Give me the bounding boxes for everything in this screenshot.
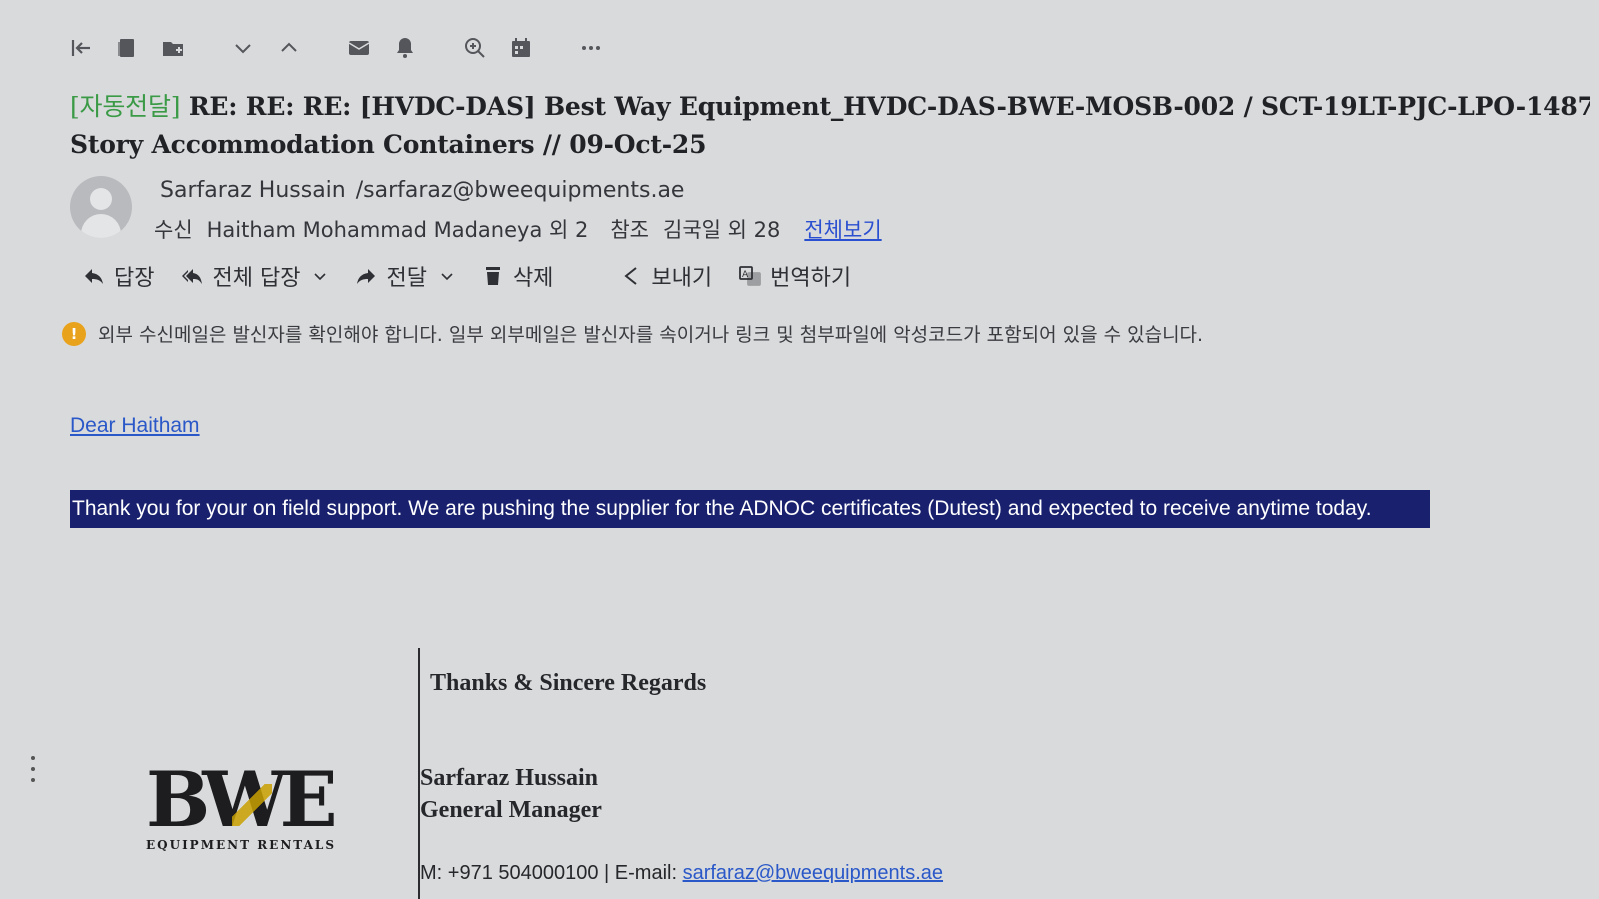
view-all-link[interactable]: 전체보기 xyxy=(804,214,881,244)
send-button[interactable]: 보내기 xyxy=(619,260,712,292)
signature-email-link[interactable]: sarfaraz@bweequipments.ae xyxy=(683,862,943,884)
sender-email[interactable]: /sarfaraz@bweequipments.ae xyxy=(356,178,685,203)
mail-icon[interactable] xyxy=(344,33,374,63)
sender-info: Sarfaraz Hussain/sarfaraz@bweequipments.… xyxy=(160,178,684,203)
translate-label: 번역하기 xyxy=(770,266,852,291)
forward-icon xyxy=(357,269,376,284)
more-icon[interactable] xyxy=(576,33,606,63)
subject-text-part2: Story Accommodation Containers // 09-Oct… xyxy=(70,130,707,159)
reply-all-icon xyxy=(182,269,203,284)
reply-all-label: 전체 답장 xyxy=(212,266,301,291)
mail-toolbar xyxy=(66,28,606,68)
move-folder-icon[interactable] xyxy=(158,33,188,63)
company-logo: BWE EQUIPMENT RENTALS xyxy=(146,762,360,854)
signature-block: Sarfaraz Hussain General Manager xyxy=(420,762,602,826)
back-to-list-icon[interactable] xyxy=(66,33,96,63)
forward-button[interactable]: 전달 xyxy=(354,260,454,292)
reply-label: 답장 xyxy=(114,266,155,291)
signature-contact-prefix: M: +971 504000100 | E-mail: xyxy=(420,862,683,884)
to-recipients[interactable]: Haitham Mohammad Madaneya 외 2 xyxy=(207,214,589,244)
share-icon xyxy=(624,267,638,285)
zoom-icon[interactable] xyxy=(460,33,490,63)
svg-text:A: A xyxy=(742,270,749,280)
warning-text: 외부 수신메일은 발신자를 확인해야 합니다. 일부 외부메일은 발신자를 속이… xyxy=(98,324,1204,346)
warning-icon: ! xyxy=(62,321,86,346)
avatar xyxy=(70,176,132,238)
notify-icon[interactable] xyxy=(390,33,420,63)
reply-icon xyxy=(85,269,103,284)
chevron-down-icon[interactable] xyxy=(312,268,328,284)
signature-name: Sarfaraz Hussain xyxy=(420,765,599,791)
previous-mail-icon[interactable] xyxy=(274,33,304,63)
mail-actions: 답장 전체 답장 전달 삭제 보내기 A 번역하기 xyxy=(82,260,877,292)
delete-label: 삭제 xyxy=(512,266,554,291)
forward-label: 전달 xyxy=(386,266,427,291)
delete-button[interactable]: 삭제 xyxy=(481,260,553,292)
trash-icon xyxy=(485,267,500,285)
next-mail-icon[interactable] xyxy=(228,33,258,63)
signature-contact: M: +971 504000100 | E-mail: sarfaraz@bwe… xyxy=(420,862,943,885)
greeting-text[interactable]: Dear Haitham xyxy=(70,414,200,438)
calendar-icon[interactable] xyxy=(506,33,536,63)
message-text-selected[interactable]: Thank you for your on field support. We … xyxy=(70,490,1430,528)
auto-forward-tag: [자동전달] xyxy=(70,92,181,121)
signature-title: General Manager xyxy=(420,797,602,823)
archive-icon[interactable] xyxy=(112,33,142,63)
signature-regards: Thanks & Sincere Regards xyxy=(430,670,707,696)
cc-recipients[interactable]: 김국일 외 28 xyxy=(663,214,780,244)
to-label: 수신 xyxy=(154,218,193,242)
resize-handle[interactable] xyxy=(30,756,36,782)
translate-icon: A xyxy=(739,266,762,286)
send-label: 보내기 xyxy=(651,266,713,291)
sender-name[interactable]: Sarfaraz Hussain xyxy=(160,178,346,203)
reply-all-button[interactable]: 전체 답장 xyxy=(180,260,328,292)
external-mail-warning: ! 외부 수신메일은 발신자를 확인해야 합니다. 일부 외부메일은 발신자를 … xyxy=(62,320,1203,347)
email-subject: [자동전달] RE: RE: RE: [HVDC-DAS] Best Way E… xyxy=(70,88,1590,164)
cc-label: 참조 xyxy=(610,218,649,242)
recipients-row: 수신 Haitham Mohammad Madaneya 외 2 참조 김국일 … xyxy=(154,214,882,244)
chevron-down-icon[interactable] xyxy=(439,268,455,284)
reply-button[interactable]: 답장 xyxy=(82,260,154,292)
translate-button[interactable]: A 번역하기 xyxy=(738,260,851,292)
subject-text-part1: RE: RE: RE: [HVDC-DAS] Best Way Equipmen… xyxy=(188,92,1590,121)
